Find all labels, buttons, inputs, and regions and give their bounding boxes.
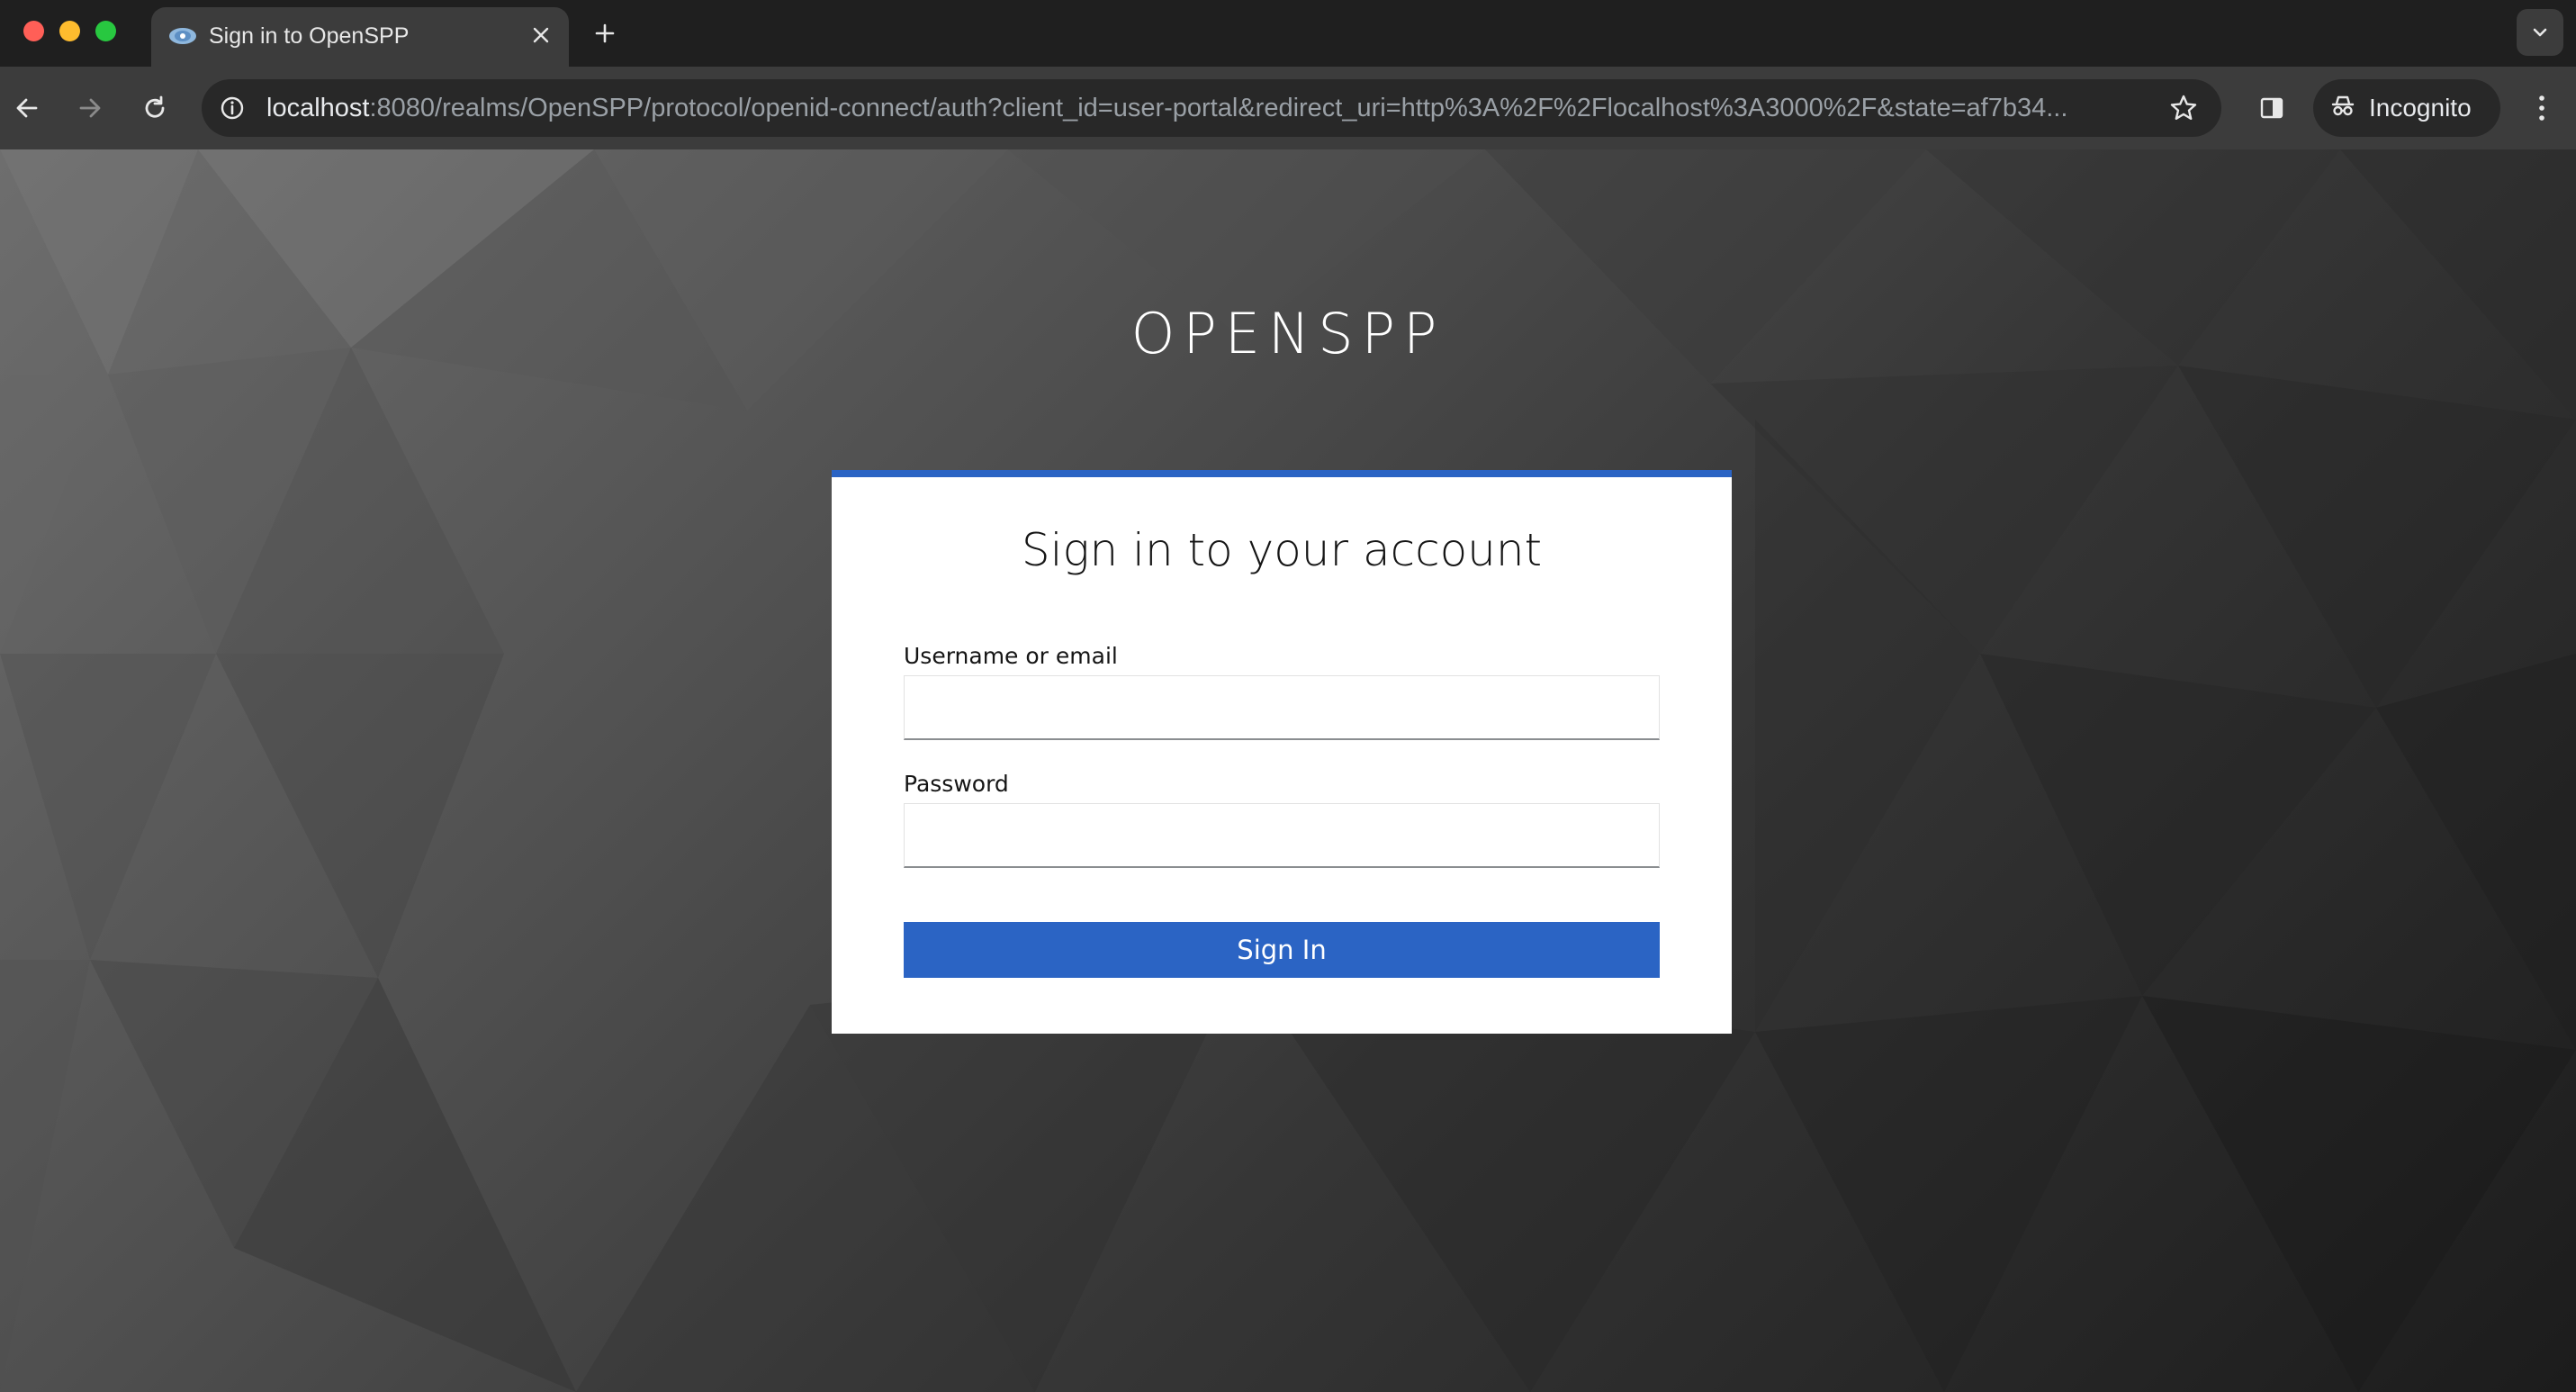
username-label: Username or email [904,643,1118,669]
tab-search-chevron-down-icon[interactable] [2517,9,2563,56]
incognito-label: Incognito [2369,94,2472,122]
address-bar[interactable]: localhost:8080/realms/OpenSPP/protocol/o… [202,79,2221,137]
close-window-button[interactable] [23,21,44,41]
incognito-badge[interactable]: Incognito [2313,79,2500,137]
url-host: localhost [266,94,370,122]
openspp-favicon-icon [167,25,198,47]
sign-in-button[interactable]: Sign In [904,922,1660,978]
active-tab[interactable]: Sign in to OpenSPP [151,7,569,67]
incognito-icon [2329,93,2356,124]
url-path: :8080/realms/OpenSPP/protocol/openid-con… [369,94,2068,122]
password-label: Password [904,771,1009,797]
reload-icon[interactable] [133,86,176,130]
more-menu-icon[interactable] [2520,86,2563,130]
side-panel-icon[interactable] [2250,86,2293,130]
tab-strip: Sign in to OpenSPP [0,0,2576,67]
back-arrow-icon[interactable] [5,86,49,130]
site-info-icon[interactable] [216,92,248,124]
tab-title: Sign in to OpenSPP [209,23,410,49]
minimize-window-button[interactable] [59,21,80,41]
password-input[interactable] [904,803,1660,868]
forward-arrow-icon[interactable] [68,86,112,130]
login-card: Sign in to your account Username or emai… [832,470,1732,1034]
login-title: Sign in to your account [1021,524,1543,576]
close-tab-icon[interactable] [527,22,554,49]
browser-toolbar: localhost:8080/realms/OpenSPP/protocol/o… [0,67,2576,149]
brand-logo-text: OPENSPP [1130,301,1446,366]
bookmark-star-icon[interactable] [2167,92,2200,124]
username-input[interactable] [904,675,1660,740]
page-viewport: OPENSPP Sign in to your account Username… [0,149,2576,1392]
new-tab-icon[interactable] [587,15,623,51]
maximize-window-button[interactable] [95,21,116,41]
url-text[interactable]: localhost:8080/realms/OpenSPP/protocol/o… [266,94,2166,123]
